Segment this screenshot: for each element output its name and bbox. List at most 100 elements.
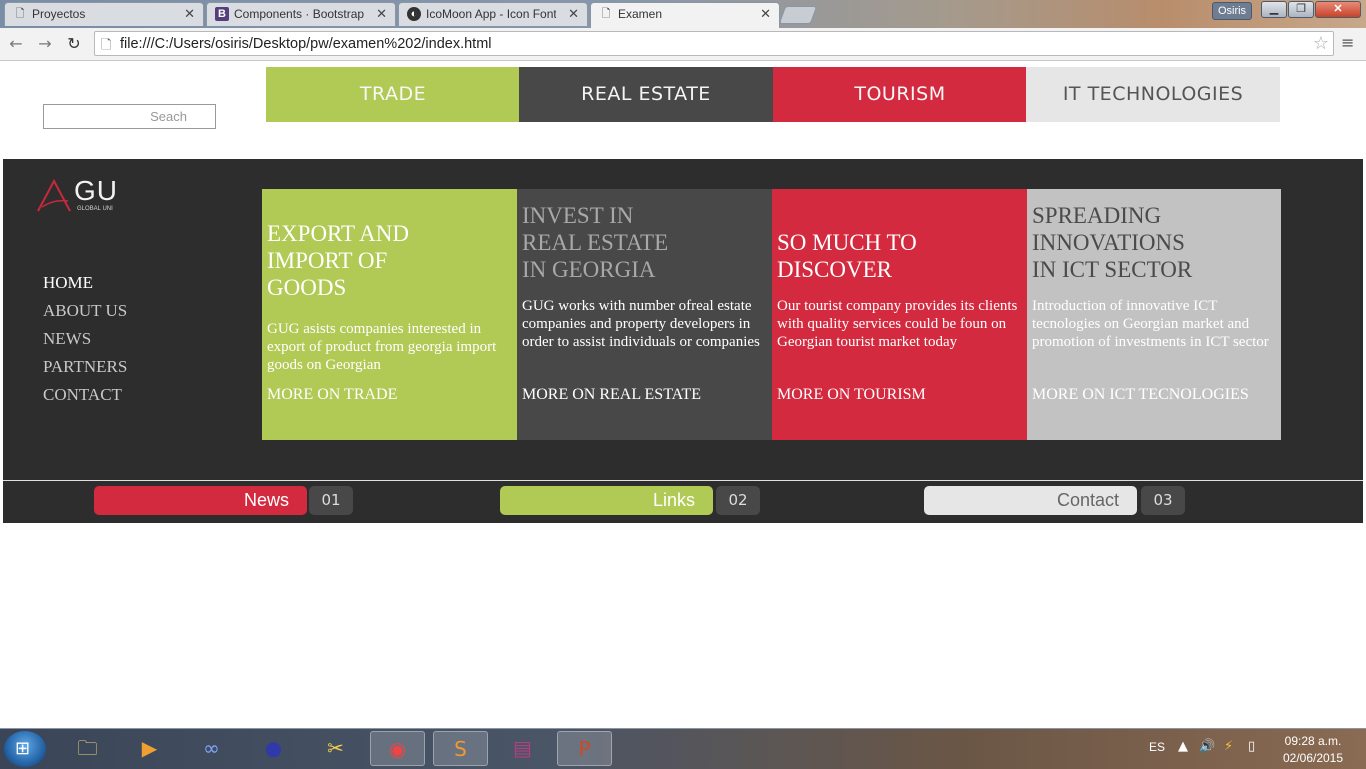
new-tab-button[interactable] <box>778 6 818 24</box>
volume-icon[interactable]: 🔊 <box>1199 739 1215 754</box>
panel-title: SPREADING INNOVATIONS IN ICT SECTOR <box>1032 202 1276 283</box>
panel-tourism: SO MUCH TO DISCOVER Our tourist company … <box>772 189 1027 440</box>
news-button[interactable]: News <box>94 486 307 515</box>
logo[interactable]: GU GLOBAL UNI <box>36 175 136 219</box>
contact-number-badge: 03 <box>1141 486 1185 515</box>
nav-real-estate[interactable]: REAL ESTATE <box>519 67 773 122</box>
logo-text: GU <box>74 175 118 206</box>
back-arrow-icon[interactable]: ← <box>5 33 27 55</box>
more-on-tourism-link[interactable]: MORE ON TOURISM <box>777 386 926 404</box>
panel-title-line: IN GEORGIA <box>522 257 656 282</box>
file-explorer-icon[interactable]: 🗀 <box>60 731 115 766</box>
close-tab-icon[interactable]: ✕ <box>184 6 195 22</box>
close-tab-icon[interactable]: ✕ <box>760 6 771 22</box>
taskbar: ⊞ 🗀 ▶ ∞ ● ✂ ◉ S ▤ P ES ▲ 🔊 ⚡ ▯ 09:28 a.m… <box>0 728 1366 769</box>
sidenav-news[interactable]: NEWS <box>43 328 127 356</box>
tab-label: Proyectos <box>32 7 86 21</box>
window-close-button[interactable]: ✕ <box>1315 1 1361 18</box>
panel-title: EXPORT AND IMPORT OF GOODS <box>267 220 512 301</box>
more-on-ict-link[interactable]: MORE ON ICT TECNOLOGIES <box>1032 386 1249 404</box>
powerpoint-icon[interactable]: P <box>557 731 612 766</box>
panel-trade: EXPORT AND IMPORT OF GOODS GUG asists co… <box>262 189 517 440</box>
panel-title-line: IMPORT OF <box>267 248 388 273</box>
bootstrap-icon: B <box>215 7 229 21</box>
panel-text: Our tourist company provides its clients… <box>777 298 1018 350</box>
network-icon[interactable]: ⚡ <box>1224 739 1233 754</box>
reload-icon[interactable]: ↻ <box>63 33 85 55</box>
page-icon: 🗋 <box>101 38 112 53</box>
tab-proyectos[interactable]: 🗋 Proyectos ✕ <box>4 2 204 26</box>
tab-label: Components · Bootstrap <box>234 7 365 21</box>
start-button[interactable]: ⊞ <box>4 731 46 767</box>
nav-trade[interactable]: TRADE <box>266 67 520 122</box>
bottom-bar: News 01 Links 02 Contact 03 <box>3 480 1363 523</box>
contact-button[interactable]: Contact <box>924 486 1137 515</box>
nav-tourism[interactable]: TOURISM <box>773 67 1027 122</box>
panel-title: INVEST IN REAL ESTATE IN GEORGIA <box>522 202 767 283</box>
panel-title-line: SO MUCH TO <box>777 230 917 255</box>
search-input[interactable] <box>43 104 216 129</box>
panel-title-line: INNOVATIONS <box>1032 230 1185 255</box>
panel-text: GUG works with number ofreal estate comp… <box>522 298 760 350</box>
sidenav-contact[interactable]: CONTACT <box>43 384 127 412</box>
panel-text: Introduction of innovative ICT tecnologi… <box>1032 298 1269 350</box>
panel-it: SPREADING INNOVATIONS IN ICT SECTOR Intr… <box>1027 189 1281 440</box>
panel-title-line: DISCOVER <box>777 257 893 282</box>
panel-title-line: GOODS <box>267 275 347 300</box>
tab-icomoon[interactable]: ◐ IcoMoon App - Icon Font, ✕ <box>398 2 588 26</box>
panel-title-line: REAL ESTATE <box>522 230 669 255</box>
sublime-text-icon[interactable]: S <box>433 731 488 766</box>
tab-label: IcoMoon App - Icon Font, <box>426 7 556 21</box>
panel-real-estate: INVEST IN REAL ESTATE IN GEORGIA GUG wor… <box>517 189 772 440</box>
panel-title-line: EXPORT AND <box>267 221 409 246</box>
url-text[interactable]: file:///C:/Users/osiris/Desktop/pw/exame… <box>120 36 492 52</box>
side-navigation: HOME ABOUT US NEWS PARTNERS CONTACT <box>43 272 127 412</box>
sidenav-about-us[interactable]: ABOUT US <box>43 300 127 328</box>
windows-logo-icon: ⊞ <box>15 738 31 759</box>
icomoon-icon: ◐ <box>407 7 421 21</box>
panel-title-line: INVEST IN <box>522 203 634 228</box>
winrar-icon[interactable]: ▤ <box>495 731 550 766</box>
page-icon: 🗋 <box>601 8 611 20</box>
tab-label: Examen <box>618 7 663 21</box>
bookmark-star-icon[interactable]: ☆ <box>1313 33 1329 54</box>
panel-title-line: SPREADING <box>1032 203 1162 228</box>
panel-title-line: IN ICT SECTOR <box>1032 257 1193 282</box>
hero-section: GU GLOBAL UNI HOME ABOUT US NEWS PARTNER… <box>3 159 1363 522</box>
panel-title: SO MUCH TO DISCOVER <box>777 229 1022 283</box>
user-profile-badge[interactable]: Osiris <box>1212 2 1252 20</box>
media-player-icon[interactable]: ▶ <box>122 731 177 766</box>
eclipse-icon[interactable]: ● <box>246 731 301 766</box>
language-indicator[interactable]: ES <box>1149 740 1165 754</box>
address-bar[interactable]: 🗋 file:///C:/Users/osiris/Desktop/pw/exa… <box>94 31 1334 56</box>
more-on-real-estate-link[interactable]: MORE ON REAL ESTATE <box>522 386 701 404</box>
close-tab-icon[interactable]: ✕ <box>376 6 387 22</box>
chrome-icon[interactable]: ◉ <box>370 731 425 766</box>
page-content: TRADE REAL ESTATE TOURISM IT TECHNOLOGIE… <box>0 61 1366 728</box>
clock-date[interactable]: 02/06/2015 <box>1270 751 1356 765</box>
clock-time[interactable]: 09:28 a.m. <box>1270 734 1356 748</box>
sidenav-partners[interactable]: PARTNERS <box>43 356 127 384</box>
forward-arrow-icon[interactable]: → <box>34 33 56 55</box>
page-icon: 🗋 <box>15 8 25 20</box>
tab-components-bootstrap[interactable]: B Components · Bootstrap ✕ <box>206 2 396 26</box>
news-number-badge: 01 <box>309 486 353 515</box>
panel-text: GUG asists companies interested in expor… <box>267 321 497 373</box>
browser-toolbar: ← → ↻ 🗋 file:///C:/Users/osiris/Desktop/… <box>0 28 1366 61</box>
logo-mark-icon <box>37 179 71 212</box>
links-button[interactable]: Links <box>500 486 713 515</box>
tools-app-icon[interactable]: ✂ <box>308 731 363 766</box>
tab-examen[interactable]: 🗋 Examen ✕ <box>590 2 780 28</box>
hamburger-menu-icon[interactable]: ≡ <box>1341 33 1359 53</box>
sidenav-home[interactable]: HOME <box>43 272 127 300</box>
minimize-button[interactable]: ▁ <box>1261 1 1287 18</box>
show-hidden-icons-icon[interactable]: ▲ <box>1178 739 1188 754</box>
more-on-trade-link[interactable]: MORE ON TRADE <box>267 386 397 404</box>
close-tab-icon[interactable]: ✕ <box>568 6 579 22</box>
power-icon[interactable]: ▯ <box>1248 739 1255 754</box>
maximize-button[interactable]: ❐ <box>1288 1 1314 18</box>
infinity-app-icon[interactable]: ∞ <box>184 731 239 766</box>
links-number-badge: 02 <box>716 486 760 515</box>
nav-it-technologies[interactable]: IT TECHNOLOGIES <box>1026 67 1280 122</box>
logo-subtext: GLOBAL UNI <box>77 206 113 212</box>
